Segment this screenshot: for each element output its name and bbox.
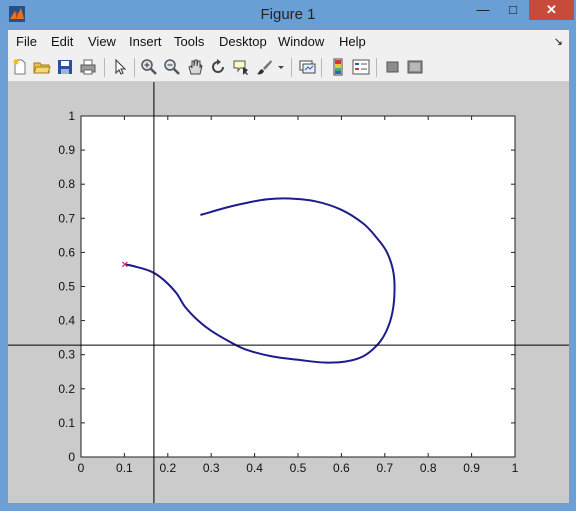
figure-canvas[interactable]: 0 0.1 0.2 0.3 0.4 0.5 0.6 0.7 0.8 0.9 1 0 0.1 0.2 0.3 0… [8,82,569,503]
data-cursor-icon[interactable] [232,58,250,76]
print-icon[interactable] [79,58,97,76]
zoom-in-icon[interactable] [140,58,158,76]
x-tick-label: 0 [78,461,85,475]
rotate-3d-icon[interactable] [209,58,227,76]
open-file-icon[interactable] [33,58,51,76]
x-tick-label: 0.4 [246,461,263,475]
toolbar-separator [104,58,105,77]
figure-toolbar [8,54,569,82]
toolbar-separator [376,58,377,77]
plot-axes[interactable]: 0 0.1 0.2 0.3 0.4 0.5 0.6 0.7 0.8 0.9 1 0 0.1 0.2 0.3 0… [8,82,569,503]
x-tick-label: 0.9 [463,461,480,475]
new-figure-icon[interactable] [11,58,29,76]
y-tick-label: 0.5 [58,280,75,294]
y-tick-label: 1 [68,109,75,123]
brush-dropdown-icon[interactable] [276,58,286,76]
y-tick-label: 0 [68,450,75,464]
toolbar-separator [134,58,135,77]
y-tick-label: 0.1 [58,416,75,430]
y-tick-label: 0.2 [58,382,75,396]
menu-edit[interactable]: Edit [51,34,73,49]
axes-box[interactable] [80,115,516,458]
menu-file[interactable]: File [16,34,37,49]
menu-help[interactable]: Help [339,34,366,49]
menu-window[interactable]: Window [278,34,324,49]
figure-window: Figure 1 — □ ✕ File Edit View Insert Too… [0,0,576,511]
y-tick-label: 0.7 [58,211,75,225]
x-tick-label: 0.1 [116,461,133,475]
menu-view[interactable]: View [88,34,116,49]
minimize-button[interactable]: — [469,0,497,20]
maximize-button[interactable]: □ [499,0,527,20]
x-tick-label: 1 [512,461,519,475]
hide-plot-tools-icon[interactable] [384,58,402,76]
toolbar-separator [291,58,292,77]
menu-insert[interactable]: Insert [129,34,162,49]
close-button[interactable]: ✕ [529,0,574,20]
x-tick-label: 0.6 [333,461,350,475]
brush-icon[interactable] [255,58,273,76]
x-tick-label: 0.5 [290,461,307,475]
toolbar-separator [321,58,322,77]
x-tick-label: 0.7 [376,461,393,475]
menu-bar: File Edit View Insert Tools Desktop Wind… [8,30,569,54]
y-tick-label: 0.4 [58,314,75,328]
y-tick-label: 0.3 [58,348,75,362]
x-tick-label: 0.2 [159,461,176,475]
legend-icon[interactable] [352,58,370,76]
menu-desktop[interactable]: Desktop [219,34,267,49]
y-tick-label: 0.6 [58,245,75,259]
colorbar-icon[interactable] [329,58,347,76]
zoom-out-icon[interactable] [163,58,181,76]
pan-hand-icon[interactable] [186,58,204,76]
link-plot-icon[interactable] [298,58,316,76]
dock-figure-icon[interactable]: ↘ [554,35,563,48]
save-icon[interactable] [56,58,74,76]
y-tick-label: 0.8 [58,177,75,191]
x-tick-label: 0.8 [420,461,437,475]
menu-tools[interactable]: Tools [174,34,204,49]
edit-plot-arrow-icon[interactable] [111,58,129,76]
y-tick-label: 0.9 [58,143,75,157]
x-tick-label: 0.3 [203,461,220,475]
title-bar[interactable]: Figure 1 — □ ✕ [0,0,576,30]
show-plot-tools-icon[interactable] [406,58,424,76]
